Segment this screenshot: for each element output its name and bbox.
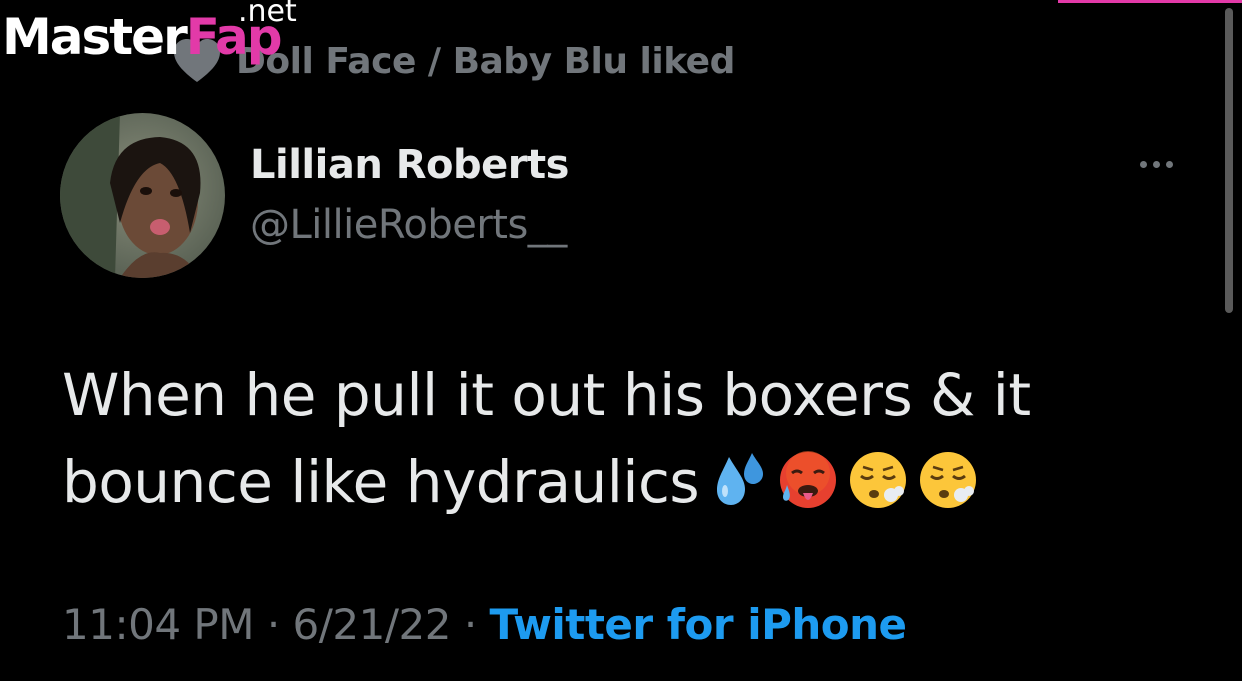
sweat-droplets-emoji bbox=[717, 452, 764, 505]
tweet-source-link[interactable]: Twitter for iPhone bbox=[490, 600, 908, 649]
face-exhaling-emoji bbox=[850, 451, 907, 508]
more-dot bbox=[1139, 160, 1147, 168]
tweet-time[interactable]: 11:04 PM bbox=[62, 600, 254, 649]
watermark-net: .net bbox=[238, 0, 297, 29]
watermark-master: Master bbox=[2, 8, 188, 66]
tweet-metadata: 11:04 PM · 6/21/22 · Twitter for iPhone bbox=[62, 600, 907, 649]
tweet-text: When he pull it out his boxers & it boun… bbox=[62, 352, 1122, 526]
meta-separator: · bbox=[463, 600, 477, 649]
more-horizontal-icon[interactable] bbox=[1130, 150, 1182, 178]
emoji-row bbox=[707, 449, 979, 511]
top-accent-bar bbox=[1058, 0, 1242, 3]
tweet-date[interactable]: 6/21/22 bbox=[293, 600, 452, 649]
tweet-line-1: When he pull it out his boxers & it bbox=[62, 361, 1031, 429]
face-exhaling-emoji bbox=[920, 451, 977, 508]
avatar[interactable] bbox=[60, 113, 225, 278]
tweet-line-2-container: bounce like hydraulics bbox=[62, 439, 1122, 526]
liked-by-text: Doll Face / Baby Blu liked bbox=[236, 40, 735, 82]
scrollbar[interactable] bbox=[1225, 8, 1233, 313]
author-display-name[interactable]: Lillian Roberts bbox=[250, 142, 569, 188]
more-dot bbox=[1165, 160, 1173, 168]
author-handle[interactable]: @LillieRoberts__ bbox=[250, 202, 567, 248]
more-dot bbox=[1152, 160, 1160, 168]
avatar-photo bbox=[60, 113, 225, 278]
hot-face-emoji bbox=[780, 450, 837, 508]
tweet-line-2: bounce like hydraulics bbox=[62, 448, 700, 516]
meta-separator: · bbox=[266, 600, 280, 649]
